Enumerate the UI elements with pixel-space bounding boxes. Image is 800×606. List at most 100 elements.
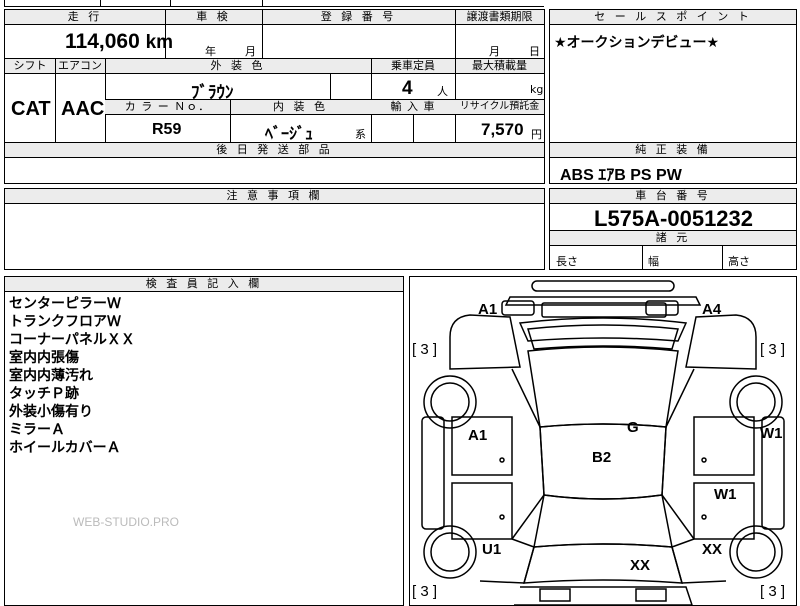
damage-label-w1-right: W1 [760, 425, 783, 442]
later-parts-box: 後 日 発 送 部 品 [4, 142, 545, 184]
top-strip-divider [170, 0, 171, 7]
damage-label-xx-right: XX [702, 541, 723, 558]
later-parts-header: 後 日 発 送 部 品 [5, 143, 544, 158]
hood-outline [518, 317, 688, 342]
tire-tread-rear-left: [ 3 ] [412, 583, 438, 600]
note-line: トランクフロアＷ [9, 314, 121, 330]
notes-box: 注 意 事 項 欄 [4, 188, 545, 270]
note-line: ホイールカバーＡ [9, 440, 121, 456]
transfer-month: 月 [489, 45, 500, 58]
divider [330, 74, 331, 99]
tire-tread-front-right: [ 3 ] [760, 341, 786, 358]
interior-color-value: ﾍﾞｰｼﾞｭ [265, 126, 314, 143]
note-line: コーナーパネルＸＸ [9, 332, 135, 348]
capacity-unit: 人 [437, 85, 448, 98]
reg-number-header: 登 録 番 号 [262, 10, 455, 25]
inspector-header: 検 査 員 記 入 欄 [5, 277, 403, 292]
top-strip-divider [100, 0, 101, 7]
front-fender-right-outline [685, 314, 757, 370]
chassis-number-value: L575A-0051232 [594, 206, 754, 231]
exterior-color-header: 外 装 色 [105, 59, 371, 74]
damage-label-w1-door: W1 [714, 486, 737, 503]
capacity-header: 乗車定員 [371, 59, 455, 74]
divider [55, 58, 56, 142]
recycle-value: 7,570 [481, 120, 524, 139]
interior-suffix: 系 [355, 128, 366, 141]
inspector-box: 検 査 員 記 入 欄 センターピラーＷ トランクフロアＷ コーナーパネルＸＸ … [4, 276, 404, 606]
divider [262, 10, 263, 58]
transfer-deadline-header: 譲渡書類期限 [455, 10, 544, 25]
mileage-value: 114,060 km [65, 30, 173, 54]
tire-rear-right [729, 525, 783, 579]
watermark: WEB-STUDIO.PRO [73, 515, 180, 529]
inspector-notes: センターピラーＷ トランクフロアＷ コーナーパネルＸＸ 室内内張傷 室内内薄汚れ… [9, 295, 135, 457]
mileage-number: 114,060 [65, 30, 140, 53]
windshield-outline [527, 346, 679, 428]
pillar-right [661, 368, 695, 540]
standard-equipment-box: 純 正 装 備 ABS ｴｱB PS PW [549, 142, 797, 184]
chassis-number-header: 車 台 番 号 [550, 189, 796, 204]
top-strip-divider [262, 0, 263, 7]
side-sill-left [421, 416, 445, 530]
divider [722, 246, 723, 269]
standard-equipment-header: 純 正 装 備 [550, 143, 796, 158]
note-line: 室内内張傷 [9, 350, 79, 366]
tire-tread-rear-right: [ 3 ] [760, 583, 786, 600]
selling-points-header: セ ー ル ス ポ イ ン ト [550, 10, 796, 25]
tire-front-left [423, 375, 477, 429]
top-strip [4, 0, 544, 7]
equipment-value: ABS ｴｱB PS PW [560, 167, 682, 184]
damage-label-xx-center: XX [630, 557, 651, 574]
note-line: 外装小傷有り [9, 404, 93, 420]
divider [230, 99, 231, 142]
divider [455, 10, 456, 58]
max-load-header: 最大積載量 [455, 59, 544, 74]
color-no-header: カ ラ ー Ｎｏ． [105, 100, 230, 115]
note-line: タッチＰ跡 [9, 386, 79, 402]
damage-label-u1: U1 [482, 541, 502, 558]
shift-value: CAT [11, 98, 51, 120]
mileage-unit: km [145, 32, 174, 53]
recycle-header: リサイクル預託金 [455, 100, 544, 115]
tire-front-right [729, 375, 783, 429]
damage-label-g: G [627, 419, 639, 436]
inspection-month: 月 [245, 45, 256, 58]
length-label: 長さ [556, 255, 578, 268]
interior-color-header: 内 装 色 [230, 100, 371, 115]
mileage-header: 走 行 [5, 10, 165, 25]
damage-label-a4-front: A4 [702, 301, 722, 318]
transfer-day: 日 [529, 45, 540, 58]
specs-header: 諸 元 [550, 231, 796, 246]
divider [642, 246, 643, 269]
tire-rear-left [423, 525, 477, 579]
damage-label-a1-door: A1 [468, 427, 488, 444]
rear-hatch-outline [522, 543, 684, 584]
recycle-unit: 円 [531, 128, 542, 141]
import-header: 輸 入 車 [371, 100, 455, 115]
inspection-header: 車 検 [165, 10, 262, 25]
hood-outline [527, 324, 679, 350]
door-rear-left [451, 482, 513, 540]
damage-label-b2: B2 [592, 449, 612, 466]
aircon-header: エアコン [55, 59, 105, 74]
note-line: 室内内薄汚れ [9, 368, 93, 384]
shift-header: シフト [5, 59, 55, 74]
tail-light-left [539, 588, 571, 602]
vehicle-info-grid: 走 行 車 検 登 録 番 号 譲渡書類期限 114,060 km 年 月 月 … [4, 9, 545, 143]
pillar-left [511, 368, 545, 540]
roof-spoiler-outline [531, 280, 675, 292]
damage-label-a1-front: A1 [478, 301, 498, 318]
note-line: センターピラーＷ [9, 296, 121, 312]
load-unit: kg [530, 83, 544, 96]
capacity-value: 4 [402, 78, 413, 99]
inspection-year: 年 [205, 45, 216, 58]
note-line: ミラーＡ [9, 422, 65, 438]
aircon-value: AAC [61, 98, 105, 120]
selling-points-box: セ ー ル ス ポ イ ン ト ★オークションデビュー★ [549, 9, 797, 143]
width-label: 幅 [648, 255, 659, 268]
rear-glass-outline [533, 494, 673, 548]
car-diagram-box: [ 3 ] [ 3 ] [ 3 ] [ 3 ] A1 A4 A1 G W1 B2… [409, 276, 797, 606]
tire-tread-front-left: [ 3 ] [412, 341, 438, 358]
divider [413, 115, 414, 142]
selling-point-text: ★オークションデビュー★ [554, 35, 720, 51]
